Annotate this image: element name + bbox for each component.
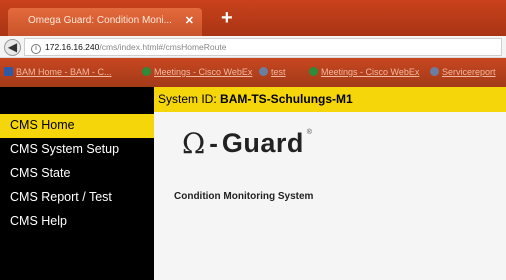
sidebar-item-cms-help[interactable]: CMS Help xyxy=(0,210,154,234)
bookmark-label: Meetings - Cisco WebEx xyxy=(321,67,420,77)
bam-icon xyxy=(4,67,13,76)
globe-icon xyxy=(430,67,439,76)
bookmark-item[interactable]: test xyxy=(259,67,286,77)
url-host: 172.16.16.240 xyxy=(45,42,100,52)
bookmarks-bar: BAM Home - BAM - C... Meetings - Cisco W… xyxy=(0,58,506,87)
system-id-bar: System ID: BAM-TS-Schulungs-M1 xyxy=(154,87,506,112)
bookmark-item[interactable]: Servicereport xyxy=(430,67,496,77)
main-content: System ID: BAM-TS-Schulungs-M1 Ω - Guard ® … xyxy=(154,87,506,280)
webex-icon xyxy=(142,67,151,76)
globe-icon xyxy=(259,67,268,76)
sidebar-item-cms-home[interactable]: CMS Home xyxy=(0,114,154,138)
bookmark-label: test xyxy=(271,67,286,77)
omega-icon: Ω xyxy=(182,127,206,160)
system-id-value: BAM-TS-Schulungs-M1 xyxy=(220,92,353,106)
sidebar: CMS Home CMS System Setup CMS State CMS … xyxy=(0,87,154,280)
logo-dash: - xyxy=(209,128,218,158)
browser-tab-title: Omega Guard: Condition Moni... xyxy=(28,15,172,26)
registered-icon: ® xyxy=(306,129,312,136)
browser-tab[interactable]: Omega Guard: Condition Moni... ✕ xyxy=(8,8,202,36)
bookmark-label: Servicereport xyxy=(442,67,496,77)
back-arrow-icon[interactable]: ◀ xyxy=(4,39,21,56)
bookmark-item[interactable]: BAM Home - BAM - C... xyxy=(4,67,112,77)
new-tab-icon[interactable]: + xyxy=(221,5,233,31)
close-tab-icon[interactable]: ✕ xyxy=(185,8,194,34)
sidebar-item-cms-report-test[interactable]: CMS Report / Test xyxy=(0,186,154,210)
browser-tab-strip: Omega Guard: Condition Moni... ✕ + xyxy=(0,0,506,36)
system-id-label: System ID: xyxy=(158,92,217,106)
info-icon[interactable]: i xyxy=(31,44,41,54)
url-input[interactable]: i 172.16.16.240/cms/index.html#/cmsHomeRo… xyxy=(24,38,502,56)
bookmark-label: Meetings - Cisco WebEx xyxy=(154,67,253,77)
url-path: /cms/index.html#/cmsHomeRoute xyxy=(99,42,227,52)
address-bar: ◀ i 172.16.16.240/cms/index.html#/cmsHome… xyxy=(0,36,506,58)
sidebar-item-cms-state[interactable]: CMS State xyxy=(0,162,154,186)
bookmark-item[interactable]: Meetings - Cisco WebEx xyxy=(142,67,252,77)
logo-word: Guard xyxy=(221,128,304,158)
webex-icon xyxy=(309,67,318,76)
bookmark-label: BAM Home - BAM - C... xyxy=(16,67,112,77)
sidebar-item-cms-system-setup[interactable]: CMS System Setup xyxy=(0,138,154,162)
bookmark-item[interactable]: Meetings - Cisco WebEx xyxy=(309,67,419,77)
page-subtitle: Condition Monitoring System xyxy=(174,191,314,202)
omega-guard-logo: Ω - Guard ® xyxy=(182,127,312,167)
